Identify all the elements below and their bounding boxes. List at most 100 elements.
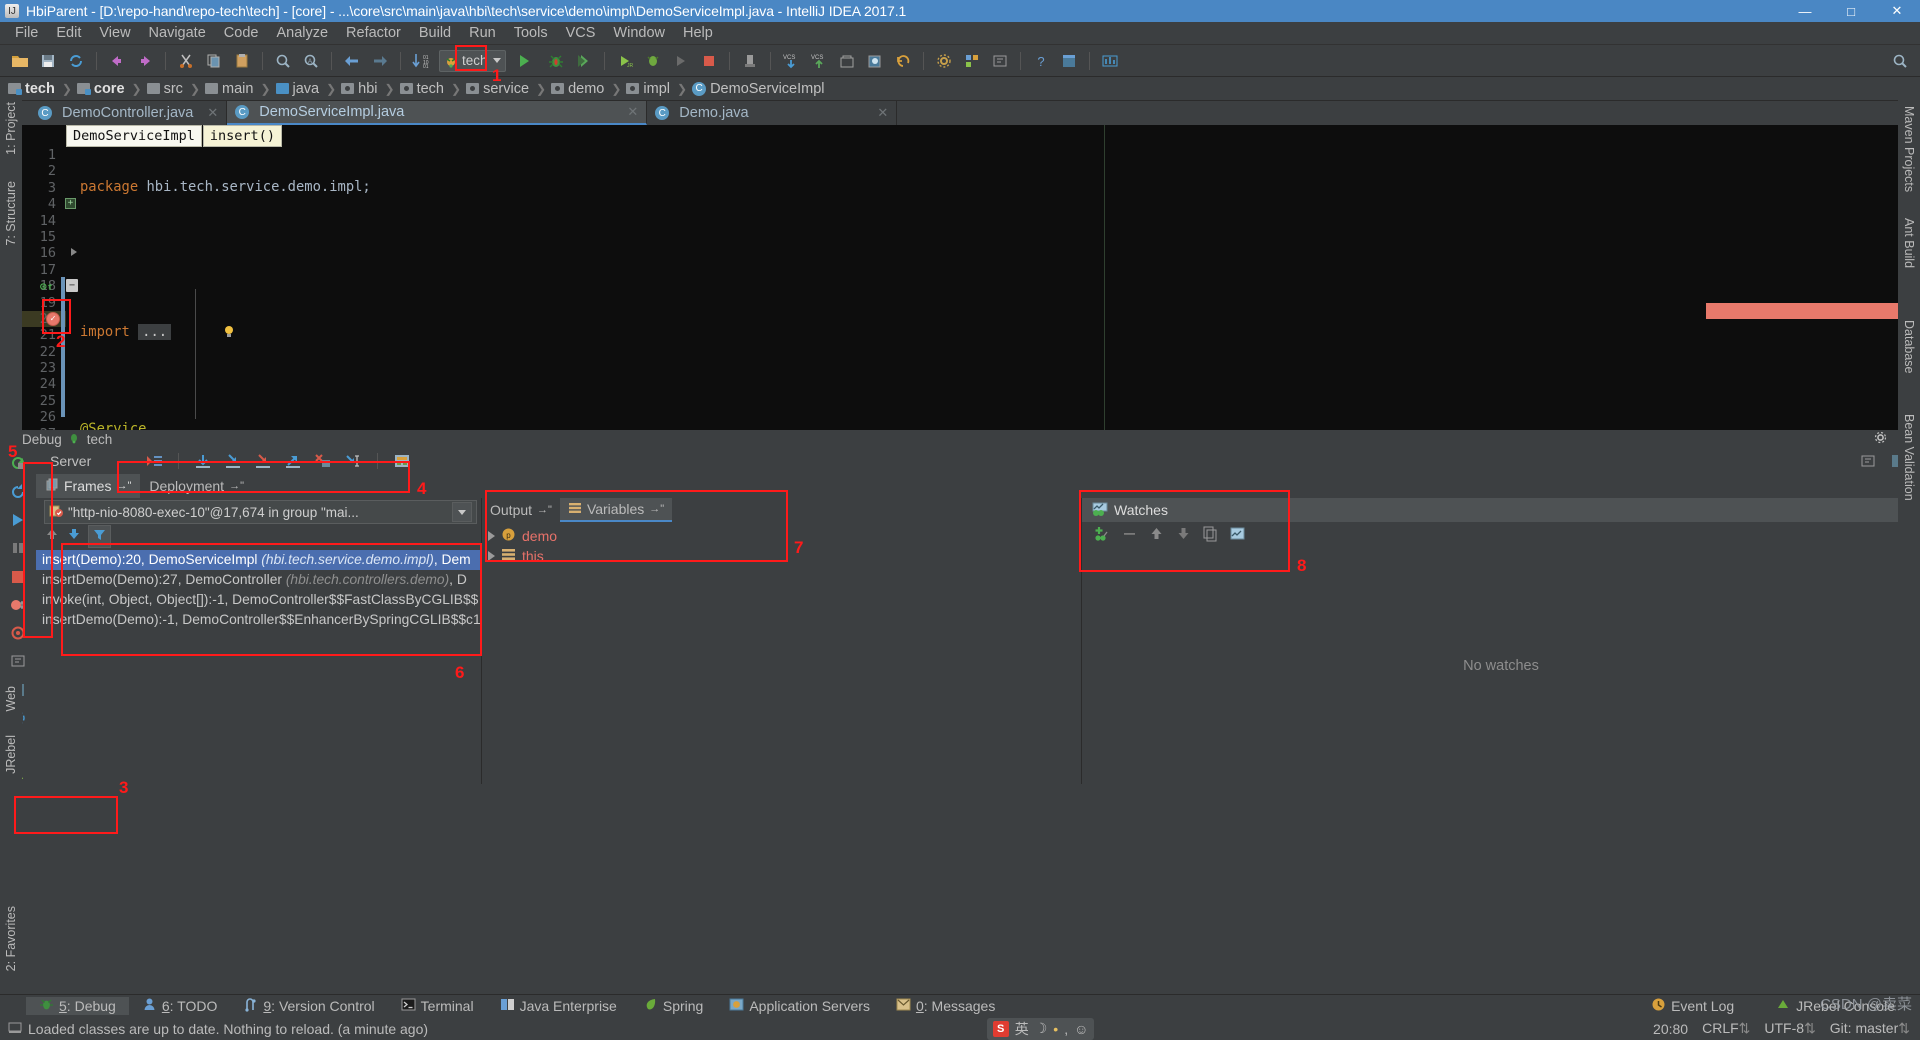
tab-demo[interactable]: C Demo.java ✕	[647, 101, 897, 125]
menu-vcs[interactable]: VCS	[557, 23, 605, 43]
step-out-icon[interactable]	[283, 451, 303, 471]
menu-navigate[interactable]: Navigate	[140, 23, 215, 43]
sidebar-item-bean-validation[interactable]: Bean Validation	[1902, 408, 1916, 507]
menu-view[interactable]: View	[90, 23, 139, 43]
menu-run[interactable]: Run	[460, 23, 505, 43]
event-log-button[interactable]: Event Log	[1638, 997, 1747, 1015]
breadcrumb-impl[interactable]: impl	[626, 81, 672, 97]
run-button[interactable]	[512, 49, 536, 73]
jrebel-panel-icon[interactable]	[1098, 49, 1122, 73]
sync-icon[interactable]	[64, 49, 88, 73]
cut-icon[interactable]	[174, 49, 198, 73]
compile-icon[interactable]: 011001	[409, 49, 433, 73]
bottom-tab-spring[interactable]: Spring	[630, 997, 716, 1015]
breadcrumb-class[interactable]: CDemoServiceImpl	[692, 81, 826, 97]
code-editor[interactable]: DemoServiceImpl insert() 1 2 3 4 + 14 15…	[0, 125, 1920, 430]
project-structure-icon[interactable]	[960, 49, 984, 73]
force-step-into-icon[interactable]	[253, 451, 273, 471]
move-up-icon[interactable]	[44, 526, 60, 546]
jrebel-run-icon[interactable]: JR	[613, 49, 637, 73]
variables-list[interactable]: p demo this	[482, 522, 1081, 784]
settings-panel-icon[interactable]	[1858, 451, 1878, 471]
remove-watch-icon[interactable]	[1121, 525, 1138, 546]
breakpoint-icon[interactable]: ✓	[46, 312, 60, 326]
frame-row-selected[interactable]: insert(Demo):20, DemoServiceImpl (hbi.te…	[36, 550, 481, 570]
debug-settings-gear-icon[interactable]	[1874, 431, 1887, 447]
menu-help[interactable]: Help	[674, 23, 722, 43]
close-icon[interactable]: ✕	[627, 104, 638, 120]
smiley-icon[interactable]: ☺	[1074, 1021, 1088, 1037]
sidebar-item-project[interactable]: 1: Project	[4, 96, 18, 161]
tab-democontroller[interactable]: C DemoController.java ✕	[30, 101, 227, 125]
menu-analyze[interactable]: Analyze	[267, 23, 337, 43]
back-icon[interactable]	[340, 49, 364, 73]
line-separator[interactable]: CRLF⇅	[1702, 1020, 1750, 1037]
frame-row[interactable]: insertDemo(Demo):-1, DemoController$$Enh…	[36, 610, 481, 630]
vcs-commit-icon[interactable]: VCS	[807, 49, 831, 73]
vcs-history-icon[interactable]	[835, 49, 859, 73]
watches-header[interactable]: Watches ⇥	[1082, 498, 1920, 522]
pin-tab-icon[interactable]: →"	[537, 504, 552, 516]
restart-icon[interactable]	[7, 482, 29, 501]
sidebar-item-web[interactable]: Web	[4, 680, 18, 717]
frame-row[interactable]: invoke(int, Object, Object[]):-1, DemoCo…	[36, 590, 481, 610]
frame-row[interactable]: insertDemo(Demo):27, DemoController (hbi…	[36, 570, 481, 590]
caret-position[interactable]: 20:80	[1653, 1021, 1688, 1037]
bottom-tab-application-servers[interactable]: Application Servers	[716, 997, 883, 1015]
watch-settings-icon[interactable]	[1229, 525, 1246, 546]
frames-list[interactable]: insert(Demo):20, DemoServiceImpl (hbi.te…	[36, 548, 481, 784]
menu-build[interactable]: Build	[410, 23, 460, 43]
minimize-button[interactable]: —	[1782, 0, 1828, 22]
copy-watch-icon[interactable]	[1202, 525, 1219, 546]
help-icon[interactable]: ?	[1029, 49, 1053, 73]
thread-selector[interactable]: "http-nio-8080-exec-10"@17,674 in group …	[44, 500, 477, 524]
evaluate-expression-icon[interactable]	[392, 451, 412, 471]
moon-icon[interactable]: ☽	[1035, 1020, 1048, 1037]
editor-text-area[interactable]: package hbi.tech.service.demo.impl; impo…	[66, 125, 1906, 430]
git-branch[interactable]: Git: master⇅	[1830, 1020, 1910, 1037]
chevron-down-icon[interactable]	[452, 502, 472, 522]
close-icon[interactable]: ✕	[207, 105, 218, 121]
close-icon[interactable]: ✕	[877, 105, 888, 121]
bottom-tab-messages[interactable]: 0: Messages	[883, 997, 1008, 1015]
show-execution-point-icon[interactable]	[144, 451, 164, 471]
tab-deployment[interactable]: Deployment →"	[140, 474, 253, 498]
variable-row-this[interactable]: this	[482, 546, 1081, 566]
sidebar-item-ant-build[interactable]: Ant Build	[1902, 212, 1916, 274]
menu-window[interactable]: Window	[604, 23, 674, 43]
chevron-down-icon[interactable]	[493, 58, 501, 63]
maximize-button[interactable]: □	[1828, 0, 1874, 22]
bottom-tab-debug[interactable]: 5: Debug	[26, 997, 129, 1015]
filter-frames-icon[interactable]	[88, 525, 111, 548]
save-all-icon[interactable]	[36, 49, 60, 73]
jrebel-debug-icon[interactable]	[641, 49, 665, 73]
server-tab-label[interactable]: Server	[36, 453, 122, 469]
file-encoding[interactable]: UTF-8⇅	[1764, 1020, 1815, 1037]
move-down-icon[interactable]	[66, 526, 82, 546]
intention-bulb-icon[interactable]	[156, 309, 170, 323]
settings-icon[interactable]	[7, 652, 29, 671]
run-to-cursor-icon[interactable]	[343, 451, 363, 471]
tab-demoserviceimpl[interactable]: C DemoServiceImpl.java ✕	[227, 101, 647, 125]
pause-program-icon[interactable]	[7, 539, 29, 558]
add-watch-icon[interactable]	[1094, 525, 1111, 546]
database-panel-icon[interactable]	[1057, 49, 1081, 73]
move-watch-down-icon[interactable]	[1175, 525, 1192, 546]
mute-breakpoints-icon[interactable]	[7, 624, 29, 643]
resume-program-icon[interactable]	[7, 511, 29, 530]
pin-tab-icon[interactable]: →"	[649, 503, 664, 515]
sidebar-item-favorites[interactable]: 2: Favorites	[4, 900, 18, 977]
breadcrumb-core-module[interactable]: core	[77, 81, 127, 97]
menu-refactor[interactable]: Refactor	[337, 23, 410, 43]
tab-variables[interactable]: Variables →"	[560, 498, 672, 522]
menu-code[interactable]: Code	[215, 23, 268, 43]
deploy-icon[interactable]	[738, 49, 762, 73]
vcs-update-icon[interactable]: VCS	[779, 49, 803, 73]
settings-gear-icon[interactable]	[932, 49, 956, 73]
breadcrumb-main[interactable]: main	[205, 81, 255, 97]
jrebel-profile-icon[interactable]	[669, 49, 693, 73]
dot-icon[interactable]: •	[1053, 1021, 1058, 1037]
breadcrumb-java[interactable]: java	[276, 81, 322, 97]
variable-row-demo[interactable]: p demo	[482, 526, 1081, 546]
search-everywhere-icon[interactable]	[1888, 49, 1912, 73]
